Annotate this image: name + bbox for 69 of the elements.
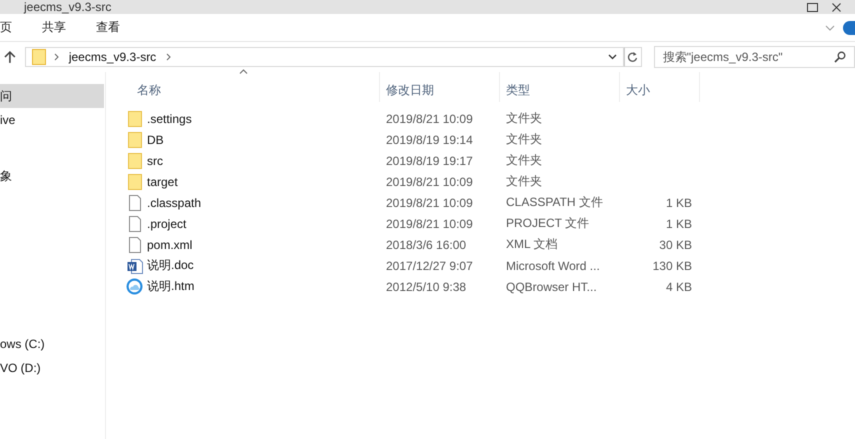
search-icon[interactable] bbox=[834, 51, 846, 63]
sidebar-item[interactable]: ive bbox=[0, 108, 105, 132]
table-cell-text: 2018/3/6 16:00 bbox=[385, 238, 468, 252]
table-cell: 130 KB bbox=[652, 258, 692, 272]
file-name[interactable]: .classpath bbox=[147, 196, 202, 210]
column-header[interactable]: 大小 bbox=[620, 72, 700, 102]
table-cell-text: 2019/8/21 10:09 bbox=[385, 216, 474, 230]
chevron-down-icon[interactable] bbox=[608, 54, 617, 60]
sidebar-item[interactable]: 问 bbox=[0, 84, 104, 108]
file-name[interactable]: target bbox=[147, 174, 178, 188]
table-cell: 1 KB bbox=[666, 216, 692, 230]
ribbon-tab[interactable]: 共享 bbox=[38, 19, 70, 36]
file-name[interactable]: 说明.htm bbox=[147, 278, 194, 295]
table-cell-text: 2019/8/21 10:09 bbox=[385, 174, 474, 188]
close-icon[interactable] bbox=[832, 2, 841, 12]
sidebar-item[interactable]: VO (D:) bbox=[0, 356, 105, 380]
document-icon bbox=[128, 194, 140, 210]
file-name[interactable]: src bbox=[147, 154, 163, 168]
table-cell-text: 2019/8/19 19:14 bbox=[385, 132, 474, 146]
search-field[interactable]: 搜索"jeecms_v9.3-src" bbox=[654, 46, 855, 68]
file-name[interactable]: 说明.doc bbox=[147, 257, 194, 274]
folder-icon bbox=[128, 132, 142, 148]
table-cell: 4 KB bbox=[666, 280, 692, 294]
folder-icon bbox=[128, 152, 142, 168]
column-header[interactable]: 类型 bbox=[500, 72, 620, 102]
table-cell-text: 文件夹 bbox=[505, 152, 543, 169]
up-arrow-icon[interactable] bbox=[4, 50, 16, 64]
column-header[interactable]: 名称 bbox=[106, 72, 380, 102]
file-name[interactable]: DB bbox=[147, 132, 164, 146]
table-cell-text: 文件夹 bbox=[505, 110, 543, 127]
table-cell-text: XML 文档 bbox=[505, 236, 559, 253]
ribbon-tab[interactable]: 页 bbox=[0, 19, 16, 36]
help-icon[interactable] bbox=[843, 20, 855, 34]
table-cell: 30 KB bbox=[659, 238, 692, 252]
word-document-icon bbox=[126, 258, 142, 274]
table-cell-text: 文件夹 bbox=[505, 131, 543, 148]
table-cell-text: 文件夹 bbox=[505, 173, 543, 190]
table-cell: 1 KB bbox=[666, 196, 692, 210]
window-title: jeecms_v9.3-src bbox=[24, 0, 112, 14]
file-name[interactable]: pom.xml bbox=[147, 238, 192, 252]
breadcrumb[interactable]: jeecms_v9.3-src bbox=[68, 50, 156, 64]
folder-icon bbox=[128, 110, 142, 126]
file-name[interactable]: .settings bbox=[147, 112, 192, 126]
sort-caret-icon bbox=[238, 69, 248, 74]
table-cell-text: Microsoft Word ... bbox=[505, 258, 601, 272]
table-cell-text: 2019/8/21 10:09 bbox=[385, 196, 474, 210]
sidebar-item[interactable]: 象 bbox=[0, 164, 105, 188]
ribbon-tab[interactable]: 查看 bbox=[92, 19, 124, 36]
sidebar-item[interactable]: ows (C:) bbox=[0, 332, 105, 356]
refresh-icon[interactable] bbox=[627, 51, 638, 63]
table-cell-text: CLASSPATH 文件 bbox=[505, 194, 604, 211]
maximize-icon[interactable] bbox=[807, 2, 818, 12]
column-header[interactable]: 修改日期 bbox=[380, 72, 500, 102]
refresh-button[interactable] bbox=[624, 47, 642, 67]
folder-icon bbox=[32, 49, 46, 65]
chevron-right-icon[interactable] bbox=[54, 53, 59, 61]
chevron-right-icon[interactable] bbox=[166, 53, 172, 61]
folder-icon bbox=[128, 174, 142, 190]
table-cell-text: PROJECT 文件 bbox=[505, 215, 590, 232]
table-cell-text: 2019/8/21 10:09 bbox=[385, 112, 474, 126]
table-cell-text: QQBrowser HT... bbox=[505, 280, 598, 294]
cloud-globe-icon bbox=[126, 278, 143, 295]
table-cell-text: 2019/8/19 19:17 bbox=[385, 154, 474, 168]
table-cell-text: 2012/5/10 9:38 bbox=[385, 280, 468, 294]
document-icon bbox=[128, 236, 140, 252]
address-bar[interactable]: jeecms_v9.3-src bbox=[24, 47, 624, 67]
file-name[interactable]: .project bbox=[147, 216, 186, 230]
document-icon bbox=[128, 216, 140, 232]
table-cell-text: 2017/12/27 9:07 bbox=[385, 258, 474, 272]
